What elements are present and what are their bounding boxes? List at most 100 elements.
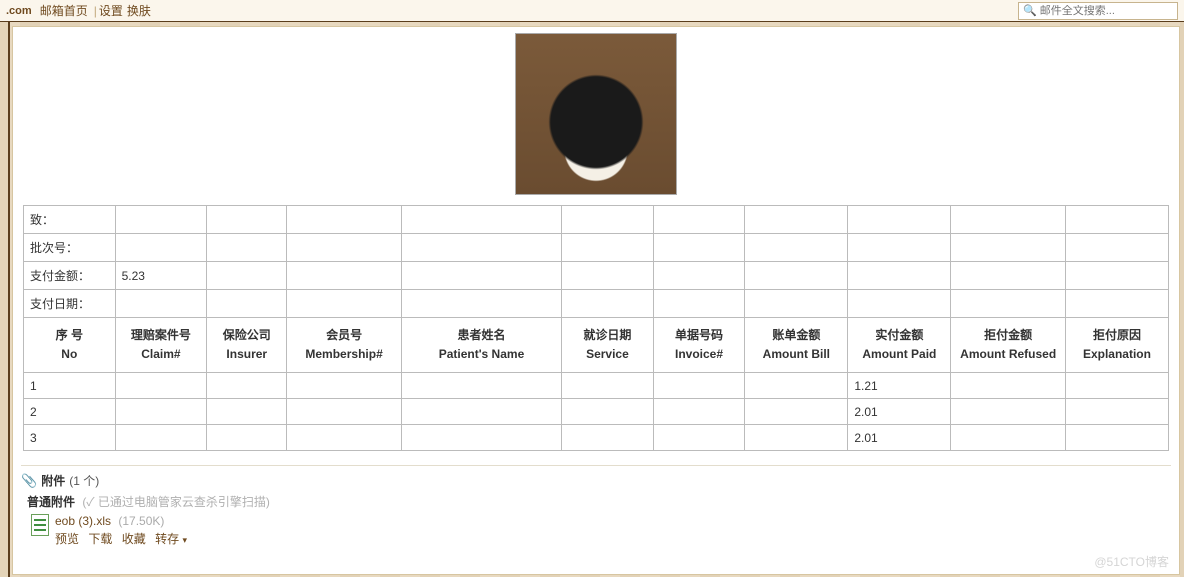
row-pay-amount: 支付金额： 5.23 [24,262,1169,290]
cell [287,234,402,262]
cell [1065,399,1168,425]
cell [653,373,745,399]
eob-table: 致： 批次号： 支付金额： 5.23 [23,205,1169,451]
cell [848,206,951,234]
cell [745,234,848,262]
cell [653,262,745,290]
col-refused: 拒付金额Amount Refused [951,318,1066,373]
cell [1065,425,1168,451]
cell [1065,290,1168,318]
cell [401,206,561,234]
cell [562,262,654,290]
cell [287,373,402,399]
nav-settings[interactable]: 设置 [99,2,123,19]
col-paid: 实付金额Amount Paid [848,318,951,373]
cell [1065,234,1168,262]
attachment-download[interactable]: 下载 [88,532,112,546]
search-icon: 🔍 [1023,4,1037,17]
cell [745,373,848,399]
cell [653,399,745,425]
col-claim: 理赔案件号Claim# [115,318,207,373]
cell [207,373,287,399]
cell [562,425,654,451]
col-insurer: 保险公司Insurer [207,318,287,373]
cell [951,234,1066,262]
cell-no: 3 [24,425,116,451]
cell [951,262,1066,290]
row-pay-date: 支付日期： [24,290,1169,318]
cell [653,206,745,234]
nav-skin[interactable]: 换肤 [127,2,151,19]
attachment-preview[interactable]: 预览 [55,532,79,546]
cell [562,290,654,318]
cell-no: 2 [24,399,116,425]
cell-no: 1 [24,373,116,399]
topbar: .com 邮箱首页 | 设置 换肤 🔍 [0,0,1184,22]
label-pay-date: 支付日期： [24,290,116,318]
attachment-filesize: (17.50K) [118,514,164,528]
cell [115,399,207,425]
cell [745,262,848,290]
scan-note: (✓ 已通过电脑管家云查杀引擎扫描) [82,495,270,509]
cell [207,234,287,262]
cell [207,262,287,290]
cell-paid: 2.01 [848,425,951,451]
cell [848,262,951,290]
label-pay-amount: 支付金额： [24,262,116,290]
cell [951,425,1066,451]
col-explain: 拒付原因Explanation [1065,318,1168,373]
row-to: 致： [24,206,1169,234]
cell [951,206,1066,234]
cell-pay-amount: 5.23 [115,262,207,290]
cell-paid: 2.01 [848,399,951,425]
cell [401,425,561,451]
cell [115,234,207,262]
attachments-title: 附件 [41,472,65,489]
cell [745,399,848,425]
cell [401,290,561,318]
label-to: 致： [24,206,116,234]
cell [951,399,1066,425]
brand-logo: .com [6,5,32,17]
col-no: 序 号No [24,318,116,373]
cell [848,290,951,318]
cell [653,234,745,262]
normal-attachment-label: 普通附件 [27,495,75,509]
nav-home[interactable]: 邮箱首页 [40,2,88,19]
cell [562,373,654,399]
cell [745,290,848,318]
attachments-subheader: 普通附件 (✓ 已通过电脑管家云查杀引擎扫描) [27,493,1179,510]
cell [951,290,1066,318]
cell [653,290,745,318]
attachments-header: 📎 附件 (1 个) [21,465,1171,489]
cell [115,206,207,234]
paperclip-icon: 📎 [21,473,37,489]
table-row: 1 1.21 [24,373,1169,399]
cell [287,262,402,290]
cell [562,206,654,234]
search-input[interactable] [1040,5,1173,17]
watermark: @51CTO博客 [1094,553,1169,570]
xls-file-icon [31,514,49,536]
attachment-item: eob (3).xls (17.50K) 预览 下载 收藏 转存 ▾ [31,514,1179,547]
cell [207,425,287,451]
nav-sep: | [94,4,97,18]
cell [207,206,287,234]
cell [401,373,561,399]
col-bill: 账单金额Amount Bill [745,318,848,373]
cell [401,234,561,262]
cell-paid: 1.21 [848,373,951,399]
attachment-transfer[interactable]: 转存 ▾ [155,532,187,546]
cell [562,399,654,425]
search-box[interactable]: 🔍 [1018,2,1178,20]
cell [287,425,402,451]
col-membership: 会员号Membership# [287,318,402,373]
header-image [515,33,677,195]
table-row: 3 2.01 [24,425,1169,451]
row-batch: 批次号： [24,234,1169,262]
cell [287,206,402,234]
cell [115,373,207,399]
cell [401,262,561,290]
mail-body: 致： 批次号： 支付金额： 5.23 [12,26,1180,575]
attachment-favorite[interactable]: 收藏 [122,532,146,546]
